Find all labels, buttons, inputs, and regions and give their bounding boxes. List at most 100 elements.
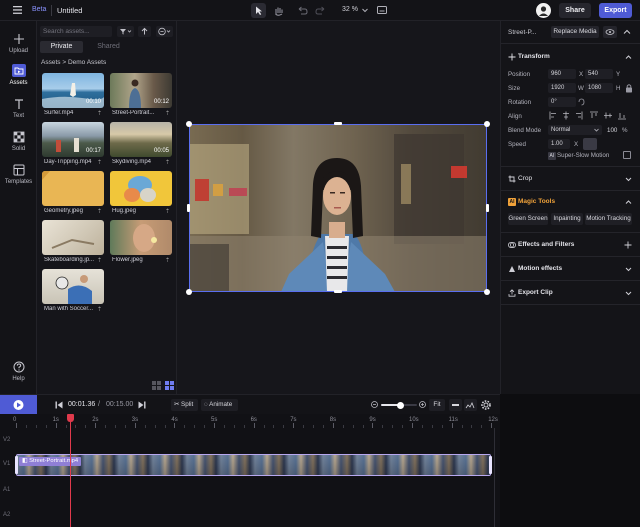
list-view-icon[interactable] — [152, 381, 161, 390]
transform-chevron-icon[interactable] — [625, 54, 632, 60]
rail-item-templates[interactable]: Templates — [0, 164, 37, 185]
upload-arrow-icon[interactable]: ⇡ — [97, 110, 102, 117]
blend-mode-select[interactable]: Normal — [548, 125, 602, 135]
rail-item-text[interactable]: Text — [0, 98, 37, 119]
visibility-button[interactable] — [603, 26, 617, 38]
asset-item[interactable]: 00:10 Surfer.mp4 ⇡ — [42, 73, 104, 122]
motion-effects-heading[interactable]: Motion effects — [518, 265, 562, 272]
upload-arrow-icon[interactable]: ⇡ — [97, 306, 102, 313]
collapse-icon[interactable] — [621, 26, 633, 38]
magic-tools-chevron-icon[interactable] — [625, 199, 632, 205]
timeline-settings-icon[interactable] — [480, 399, 492, 411]
resize-handle[interactable] — [186, 121, 192, 127]
zoom-level[interactable]: 32 % — [342, 6, 358, 13]
resize-handle[interactable] — [484, 121, 490, 127]
playhead-handle[interactable] — [66, 414, 74, 422]
super-slow-motion-checkbox[interactable] — [623, 151, 631, 159]
keyboard-icon[interactable] — [377, 6, 387, 14]
replace-media-button[interactable]: Replace Media — [551, 26, 599, 38]
edge-handle[interactable] — [334, 290, 342, 293]
rotate-icon[interactable] — [578, 98, 585, 106]
split-button[interactable]: ✂ Split — [171, 399, 198, 411]
edge-handle[interactable] — [187, 204, 190, 212]
speed-input[interactable]: 1.00 — [548, 139, 570, 149]
breadcrumb-root[interactable]: Assets — [41, 59, 61, 66]
selection-frame[interactable] — [189, 124, 487, 292]
speed-swatch[interactable] — [583, 138, 597, 150]
clip-trim-handle-left[interactable] — [15, 456, 18, 474]
asset-item[interactable]: 00:17 Day-Tripping.mp4 ⇡ — [42, 122, 104, 171]
aspect-lock-icon[interactable] — [625, 83, 633, 93]
filter-button[interactable] — [117, 26, 134, 37]
project-title[interactable]: Untitled — [57, 6, 82, 15]
search-input[interactable]: Search assets... — [40, 26, 112, 37]
green-screen-button[interactable]: Green Screen — [508, 213, 548, 225]
effects-filters-heading[interactable]: Effects and Filters — [518, 241, 574, 248]
asset-item[interactable]: Geometry.jpeg ⇡ — [42, 171, 104, 220]
avatar[interactable] — [536, 3, 551, 18]
audio-waveform-button[interactable] — [464, 399, 477, 411]
redo-icon[interactable] — [315, 4, 327, 16]
rail-item-solid[interactable]: Solid — [0, 131, 37, 152]
asset-item[interactable]: Man with Soccer... ⇡ — [42, 269, 104, 318]
animate-button[interactable]: ◌ Animate — [201, 399, 238, 411]
rail-item-help[interactable]: Help — [0, 361, 37, 382]
position-y-input[interactable]: 540 — [585, 69, 613, 79]
inpainting-button[interactable]: Inpainting — [551, 213, 583, 225]
upload-sort-button[interactable] — [138, 26, 151, 37]
motion-effects-chevron-icon[interactable] — [625, 266, 632, 272]
rotation-input[interactable]: 0° — [548, 97, 576, 107]
size-height-input[interactable]: 1080 — [585, 83, 613, 93]
menu-icon[interactable] — [13, 6, 22, 14]
track-height-button[interactable] — [449, 399, 462, 411]
undo-icon[interactable] — [296, 4, 308, 16]
resize-handle[interactable] — [186, 289, 192, 295]
video-clip[interactable]: ◧ Street-Portrait.mp4 — [16, 454, 491, 476]
clip-trim-handle-right[interactable] — [489, 456, 492, 474]
select-tool-button[interactable] — [251, 3, 266, 18]
edge-handle[interactable] — [334, 122, 342, 125]
asset-item[interactable]: 00:12 Street-Portrait... ⇡ — [110, 73, 172, 122]
asset-item[interactable]: Flower.jpeg ⇡ — [110, 220, 172, 269]
upload-arrow-icon[interactable]: ⇡ — [165, 257, 170, 264]
export-clip-chevron-icon[interactable] — [625, 290, 632, 296]
export-button[interactable]: Export — [599, 3, 632, 18]
grid-view-icon[interactable] — [165, 381, 174, 390]
asset-item[interactable]: 00:05 Skydiving.mp4 ⇡ — [110, 122, 172, 171]
position-x-input[interactable]: 960 — [548, 69, 576, 79]
upload-arrow-icon[interactable]: ⇡ — [97, 159, 102, 166]
crop-chevron-icon[interactable] — [625, 176, 632, 182]
hand-tool-icon[interactable] — [271, 3, 286, 18]
add-effect-icon[interactable] — [624, 241, 632, 249]
resize-handle[interactable] — [484, 289, 490, 295]
playhead[interactable] — [66, 414, 74, 527]
upload-arrow-icon[interactable]: ⇡ — [97, 257, 102, 264]
tab-private[interactable]: Private — [40, 41, 83, 53]
rail-item-assets[interactable]: Assets — [0, 64, 37, 86]
edge-handle[interactable] — [486, 204, 489, 212]
tab-shared[interactable]: Shared — [87, 41, 130, 53]
upload-arrow-icon[interactable]: ⇡ — [165, 110, 170, 117]
share-button[interactable]: Share — [559, 3, 591, 18]
asset-item[interactable]: Hug.jpeg ⇡ — [110, 171, 172, 220]
asset-item[interactable]: Skateboarding.jp... ⇡ — [42, 220, 104, 269]
zoom-in-icon[interactable] — [419, 401, 426, 408]
upload-arrow-icon[interactable]: ⇡ — [165, 159, 170, 166]
crop-heading[interactable]: Crop — [518, 175, 532, 182]
rail-item-upload[interactable]: Upload — [0, 33, 37, 54]
play-button[interactable] — [0, 395, 37, 415]
skip-back-icon[interactable] — [55, 401, 63, 409]
export-clip-heading[interactable]: Export Clip — [518, 289, 553, 296]
more-options-button[interactable] — [156, 26, 173, 37]
skip-forward-icon[interactable] — [138, 401, 146, 409]
zoom-out-icon[interactable] — [371, 401, 378, 408]
upload-arrow-icon[interactable]: ⇡ — [165, 208, 170, 215]
size-width-input[interactable]: 1920 — [548, 83, 576, 93]
zoom-slider-knob[interactable] — [397, 401, 405, 409]
upload-arrow-icon[interactable]: ⇡ — [97, 208, 102, 215]
motion-tracking-button[interactable]: Motion Tracking — [585, 213, 632, 225]
zoom-slider[interactable] — [381, 401, 417, 409]
zoom-chevron-icon[interactable] — [362, 8, 368, 13]
opacity-value[interactable]: 100 — [607, 127, 617, 134]
time-ruler[interactable]: 0 1s 2s 3s 4s 5s 6s 7s 8s 9s 10s 11s 12s — [0, 414, 500, 428]
